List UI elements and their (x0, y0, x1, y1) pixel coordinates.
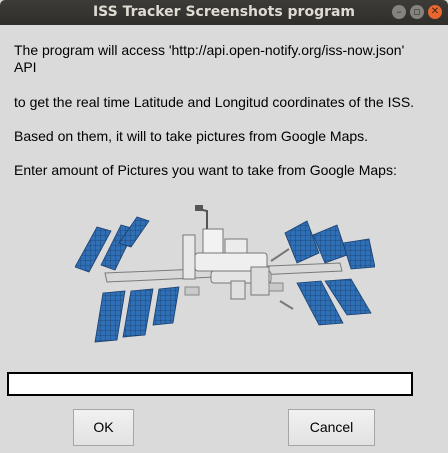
dialog-window: ISS Tracker Screenshots program – ▫ ✕ Th… (0, 0, 448, 453)
cancel-button[interactable]: Cancel (288, 409, 375, 446)
message-line-2: to get the real time Latitude and Longit… (14, 94, 415, 110)
message-line-4: Enter amount of Pictures you want to tak… (14, 162, 397, 178)
message-line-1: The program will access 'http://api.open… (14, 42, 405, 58)
minimize-button[interactable]: – (392, 5, 406, 19)
pictures-count-input[interactable] (7, 372, 413, 396)
message-line-3: Based on them, it will to take pictures … (14, 128, 369, 144)
message-line-1-continued: API (14, 59, 37, 75)
title-bar: ISS Tracker Screenshots program – ▫ ✕ (0, 0, 448, 25)
maximize-button[interactable]: ▫ (410, 5, 424, 19)
ok-button[interactable]: OK (73, 409, 134, 446)
window-title: ISS Tracker Screenshots program (92, 4, 356, 20)
close-button[interactable]: ✕ (428, 5, 442, 19)
iss-image (75, 205, 375, 343)
